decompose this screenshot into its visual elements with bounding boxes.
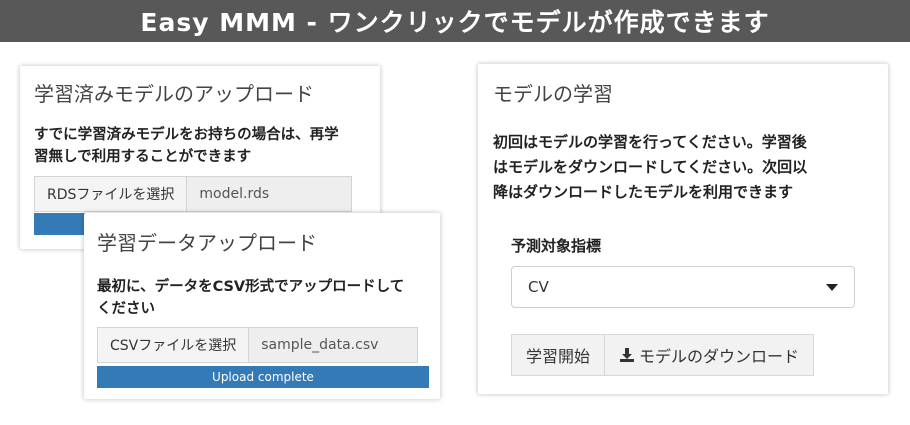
training-actions: 学習開始 モデルのダウンロード (511, 334, 815, 376)
rds-file-input: RDSファイルを選択 model.rds (34, 176, 353, 212)
pretrained-desc-line2: 習無しで利用することができます (34, 149, 252, 165)
data-desc-line1: 最初に、データをCSV形式でアップロードして (97, 279, 405, 295)
download-model-button[interactable]: モデルのダウンロード (605, 334, 815, 376)
pretrained-desc-line1: すでに学習済みモデルをお持ちの場合は、再学 (34, 127, 339, 143)
train-desc-line3: 降はダウンロードしたモデルを利用できます (493, 183, 794, 201)
csv-upload-progress-bar: Upload complete (97, 366, 429, 388)
target-metric-value: CV (528, 278, 549, 296)
pretrained-panel-desc: すでに学習済みモデルをお持ちの場合は、再学 習無しで利用することができます (34, 124, 374, 168)
model-training-panel: モデルの学習 初回はモデルの学習を行ってください。学習後 はモデルをダウンロード… (478, 64, 888, 394)
target-metric-select[interactable]: CV (511, 266, 855, 308)
banner-title: Easy MMM - ワンクリックでモデルが作成できます (140, 8, 770, 37)
csv-file-name: sample_data.csv (249, 327, 419, 363)
progress-label: Upload complete (212, 370, 314, 384)
app-banner: Easy MMM - ワンクリックでモデルが作成できます (0, 0, 910, 42)
data-desc-line2: ください (97, 301, 155, 317)
csv-file-input: CSVファイルを選択 sample_data.csv (97, 327, 419, 363)
data-panel-desc: 最初に、データをCSV形式でアップロードして ください (97, 276, 433, 320)
train-desc-line1: 初回はモデルの学習を行ってください。学習後 (493, 133, 807, 151)
rds-file-name: model.rds (187, 176, 353, 212)
train-panel-title: モデルの学習 (493, 82, 613, 106)
download-icon (619, 347, 635, 363)
start-training-button[interactable]: 学習開始 (511, 334, 606, 376)
csv-file-select-button[interactable]: CSVファイルを選択 (97, 327, 250, 363)
target-metric-label: 予測対象指標 (511, 237, 602, 255)
chevron-down-icon (826, 283, 838, 291)
train-panel-desc: 初回はモデルの学習を行ってください。学習後 はモデルをダウンロードしてください。… (493, 130, 883, 205)
train-desc-line2: はモデルをダウンロードしてください。次回以 (493, 158, 808, 176)
training-data-panel: 学習データアップロード 最初に、データをCSV形式でアップロードして ください … (84, 213, 440, 399)
data-panel-title: 学習データアップロード (97, 231, 317, 255)
download-model-label: モデルのダウンロード (639, 347, 800, 366)
pretrained-panel-title: 学習済みモデルのアップロード (34, 82, 314, 106)
rds-file-select-button[interactable]: RDSファイルを選択 (34, 176, 188, 212)
